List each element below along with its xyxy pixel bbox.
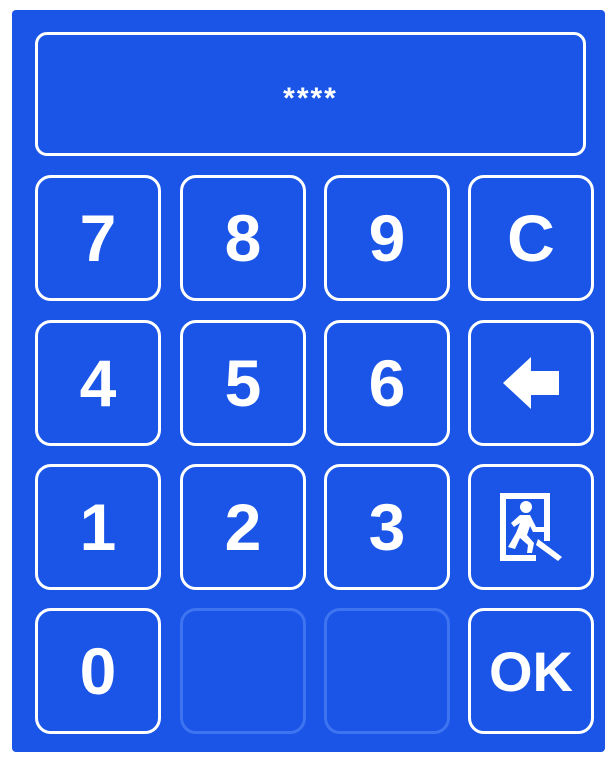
- emergency-exit-icon: [496, 491, 566, 563]
- ok-button[interactable]: OK: [468, 608, 594, 734]
- key-0[interactable]: 0: [35, 608, 161, 734]
- key-9[interactable]: 9: [324, 175, 450, 301]
- pin-display: ****: [35, 32, 586, 156]
- key-7[interactable]: 7: [35, 175, 161, 301]
- pin-masked-value: ****: [283, 82, 338, 115]
- exit-button[interactable]: [468, 464, 594, 590]
- key-3[interactable]: 3: [324, 464, 450, 590]
- arrow-left-icon: [503, 357, 559, 409]
- key-8[interactable]: 8: [180, 175, 306, 301]
- key-5[interactable]: 5: [180, 320, 306, 446]
- backspace-button[interactable]: [468, 320, 594, 446]
- key-1[interactable]: 1: [35, 464, 161, 590]
- empty-key-left: [180, 608, 306, 734]
- clear-button[interactable]: C: [468, 175, 594, 301]
- key-2[interactable]: 2: [180, 464, 306, 590]
- keypad-panel: **** 7 8 9 C 4 5 6 1 2 3 0 OK: [12, 10, 605, 752]
- key-4[interactable]: 4: [35, 320, 161, 446]
- key-6[interactable]: 6: [324, 320, 450, 446]
- empty-key-right: [324, 608, 450, 734]
